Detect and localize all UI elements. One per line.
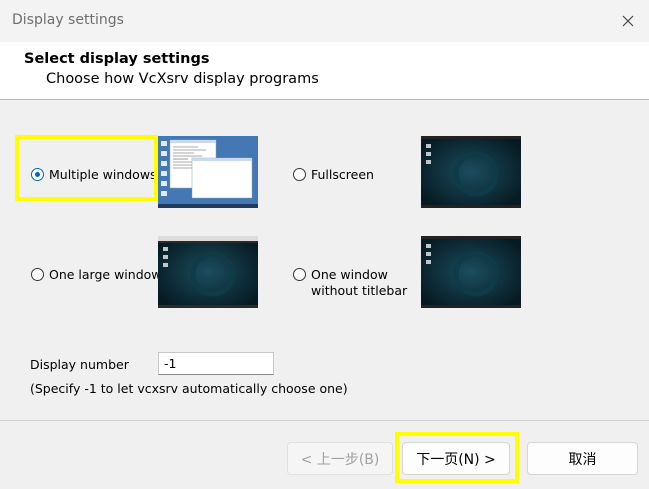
radio-one-large-window[interactable] [31,268,44,281]
title-bar: Display settings [0,0,649,42]
close-button[interactable] [615,8,641,34]
option-one-window-no-titlebar[interactable]: One window without titlebar [293,267,407,299]
option-label-line2: without titlebar [311,283,408,298]
option-multiple-windows[interactable]: Multiple windows [31,167,157,183]
option-one-large-window[interactable]: One large window [31,267,162,283]
fullscreen-preview-image [421,136,521,208]
display-number-label: Display number [30,357,129,372]
one-window-no-titlebar-preview-image [421,236,521,308]
cancel-button[interactable]: 取消 [527,442,638,475]
page-title: Select display settings [24,51,210,67]
one-large-window-preview-image [158,236,258,308]
back-button[interactable]: < 上一步(B) [287,442,393,475]
option-fullscreen[interactable]: Fullscreen [293,167,374,183]
page-subtitle: Choose how VcXsrv display programs [46,71,319,87]
close-icon [622,15,634,27]
option-multiple-windows-label: Multiple windows [49,167,157,182]
display-number-hint: (Specify -1 to let vcxsrv automatically … [30,381,348,396]
option-one-large-window-label: One large window [49,267,162,282]
option-fullscreen-label: Fullscreen [311,167,374,182]
radio-fullscreen[interactable] [293,168,306,181]
radio-multiple-windows[interactable] [31,168,44,181]
multiple-windows-preview-image [158,136,258,208]
next-button[interactable]: 下一页(N) > [402,442,510,475]
footer-divider [0,420,649,421]
window-title: Display settings [12,12,124,28]
wizard-header: Select display settings Choose how VcXsr… [0,42,649,100]
option-one-window-no-titlebar-label: One window without titlebar [311,267,407,299]
display-number-input[interactable] [158,352,274,375]
radio-one-window-no-titlebar[interactable] [293,268,306,281]
option-label-line1: One window [311,267,388,282]
